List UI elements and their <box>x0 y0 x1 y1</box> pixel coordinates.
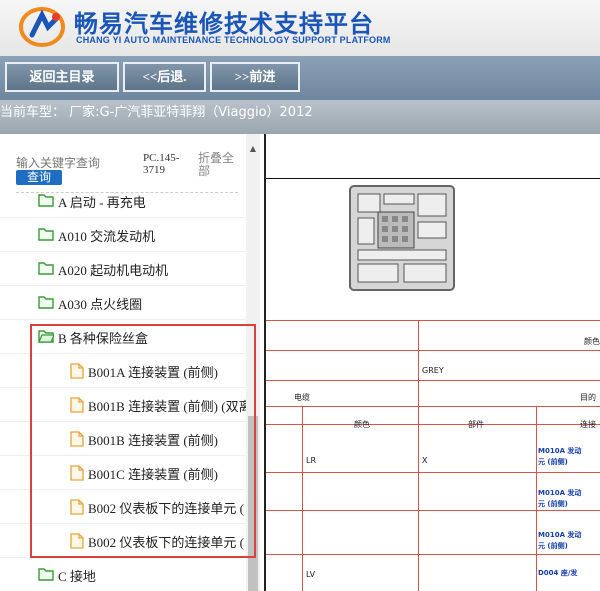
row-connection-line: 元 (前侧) <box>538 500 568 508</box>
row-connection-line: 元 (前侧) <box>538 458 568 466</box>
catalog-panel: 查询 PC.145-3719 折叠全部 A 启动 - 再充电 A010 交流发动机… <box>0 134 262 591</box>
document-top-rule <box>266 178 600 179</box>
forward-button[interactable]: >>前进 <box>210 62 300 92</box>
platform-title: 畅易汽车维修技术支持平台 <box>74 10 374 38</box>
document-viewer: 颜色 GREY 电缆 目的 颜色 部件 连接 LR X M010A 发动元 (前… <box>264 134 600 591</box>
folder-icon <box>38 295 54 309</box>
folder-icon <box>38 261 54 275</box>
tree-item[interactable]: A030 点火线圈 <box>0 286 246 320</box>
tree-item[interactable]: A 启动 - 再充电 <box>0 184 246 218</box>
nav-bar: 返回主目录 <<后退. >>前进 <box>0 56 600 100</box>
row-connection: M010A 发动元 (前侧) <box>538 488 581 510</box>
row-connection-line: 元 (前侧) <box>538 542 568 550</box>
table-rule <box>266 350 600 351</box>
tree-item-label: C 接地 <box>58 569 96 584</box>
table-rule <box>266 320 600 321</box>
tree-item[interactable]: A010 交流发动机 <box>0 218 246 252</box>
table-rule <box>266 406 600 407</box>
document-code: PC.145-3719 <box>143 152 180 176</box>
tree-item-label: A020 起动机电动机 <box>58 263 169 278</box>
table-rule <box>418 320 419 406</box>
current-vehicle-label: 当前车型： 厂家:G-广汽菲亚特菲翔（Viaggio）2012 <box>0 105 313 120</box>
destination-header: 目的 <box>580 393 596 402</box>
folder-icon <box>38 227 54 241</box>
connector-table: 颜色 GREY 电缆 目的 颜色 部件 连接 LR X M010A 发动元 (前… <box>266 320 600 591</box>
home-button[interactable]: 返回主目录 <box>5 62 119 92</box>
row-connection: M010A 发动元 (前侧) <box>538 446 581 468</box>
col-color: 颜色 <box>354 420 370 429</box>
platform-subtitle: CHANG YI AUTO MAINTENANCE TECHNOLOGY SUP… <box>76 35 391 45</box>
table-rule <box>266 472 600 473</box>
current-vehicle-bar: 当前车型： 厂家:G-广汽菲亚特菲翔（Viaggio）2012 <box>0 100 600 134</box>
row-color: LV <box>306 570 316 579</box>
table-rule <box>266 554 600 555</box>
row-connection: D004 座/发 <box>538 569 578 577</box>
table-rule <box>266 424 600 425</box>
selection-highlight-box <box>30 324 256 558</box>
tree-item-label: A010 交流发动机 <box>58 229 156 244</box>
app-header: 畅易汽车维修技术支持平台 CHANG YI AUTO MAINTENANCE T… <box>0 0 600 56</box>
folder-icon <box>38 567 54 581</box>
search-button[interactable]: 查询 <box>16 170 62 185</box>
scroll-up-arrow-icon[interactable]: ▲ <box>246 144 260 154</box>
row-connection-line: M010A 发动 <box>538 531 582 539</box>
tree-item[interactable]: A020 起动机电动机 <box>0 252 246 286</box>
cy-logo-icon <box>19 7 65 47</box>
row-part: X <box>422 456 428 465</box>
table-rule <box>536 406 537 591</box>
collapse-all-button[interactable]: 折叠全部 <box>198 152 238 178</box>
col-connection: 连接 <box>580 420 596 429</box>
fuse-box-image <box>349 185 455 291</box>
table-rule <box>266 510 600 511</box>
grey-value: GREY <box>422 366 444 375</box>
tree-item-label: A 启动 - 再充电 <box>58 195 146 210</box>
color-header: 颜色 <box>584 337 600 346</box>
col-part: 部件 <box>468 420 484 429</box>
tree-item-label: A030 点火线圈 <box>58 297 143 312</box>
cable-header: 电缆 <box>294 393 310 402</box>
row-connection-line: M010A 发动 <box>538 489 582 497</box>
tree-item[interactable]: C 接地 <box>0 558 246 591</box>
back-button[interactable]: <<后退. <box>123 62 206 92</box>
table-rule <box>302 406 303 591</box>
row-color: LR <box>306 456 317 465</box>
table-rule <box>266 380 600 381</box>
folder-icon <box>38 193 54 207</box>
row-connection-line: M010A 发动 <box>538 447 582 455</box>
row-connection: M010A 发动元 (前侧) <box>538 530 581 552</box>
table-rule <box>418 406 419 591</box>
